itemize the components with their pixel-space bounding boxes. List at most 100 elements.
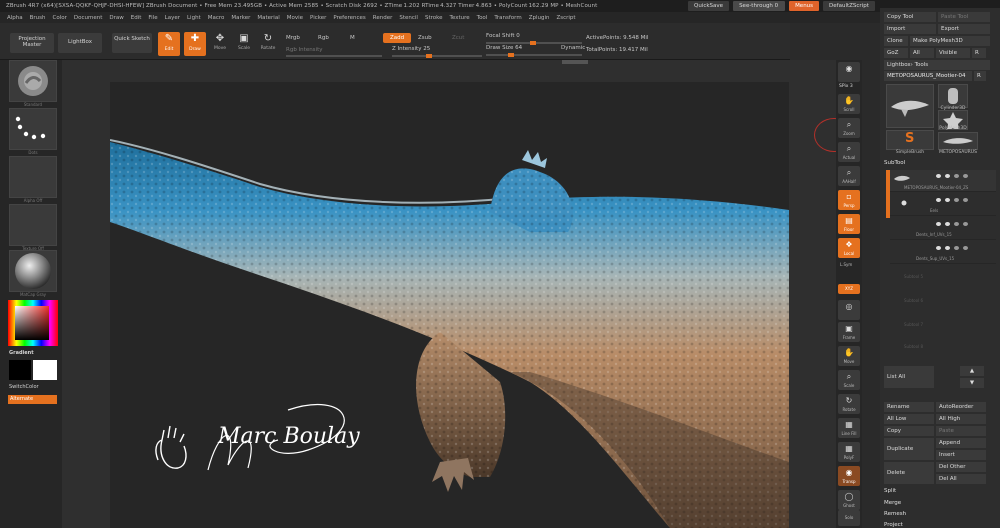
goz-r-button[interactable]: R	[972, 48, 986, 58]
ghost-button[interactable]: ◯ Ghost	[838, 490, 860, 510]
tool-thumb-active[interactable]	[886, 84, 934, 128]
draw-size-track[interactable]	[486, 53, 582, 57]
draw-mode-button[interactable]: ✚ Draw	[184, 32, 206, 56]
menu-movie[interactable]: Movie	[287, 15, 303, 21]
color-square[interactable]	[15, 306, 49, 340]
menus-button[interactable]: Menus	[789, 1, 820, 11]
quicksave-button[interactable]: QuickSave	[688, 1, 730, 11]
remesh-section[interactable]: Remesh	[884, 511, 998, 517]
viewport-scroll-handle[interactable]	[562, 60, 588, 64]
menu-brush[interactable]: Brush	[30, 15, 46, 21]
simplebrush-tool-thumb[interactable]: S	[886, 130, 934, 150]
all-low-button[interactable]: All Low	[884, 414, 934, 424]
subtool-3-toggles[interactable]	[936, 222, 968, 226]
material-thumbnail[interactable]	[9, 250, 57, 292]
menu-texture[interactable]: Texture	[450, 15, 470, 21]
transp-button[interactable]: ◉ Transp	[838, 466, 860, 486]
menu-light[interactable]: Light	[187, 15, 201, 21]
quick-sketch-button[interactable]: Quick Sketch	[112, 33, 152, 53]
zadd-button[interactable]: Zadd	[383, 33, 411, 43]
frame-button[interactable]: ▣ Frame	[838, 322, 860, 342]
xyz-button[interactable]: XYZ	[838, 284, 860, 294]
merge-section[interactable]: Merge	[884, 500, 998, 506]
lightbox-button[interactable]: LightBox	[58, 33, 102, 53]
menu-preferences[interactable]: Preferences	[333, 15, 365, 21]
goz-visible-button[interactable]: Visible	[936, 48, 970, 58]
zsub-button[interactable]: Zsub	[418, 35, 432, 41]
menu-stencil[interactable]: Stencil	[399, 15, 418, 21]
insert-button[interactable]: Insert	[936, 450, 986, 460]
all-high-button[interactable]: All High	[936, 414, 986, 424]
append-button[interactable]: Append	[936, 438, 986, 448]
solo-button[interactable]: Solo	[838, 510, 860, 526]
lightbox-tools-button[interactable]: Lightbox› Tools	[884, 60, 990, 70]
dynamic-toggle[interactable]: Dynamic	[561, 45, 585, 51]
focal-shift-slider[interactable]: Focal Shift 0	[486, 33, 520, 39]
see-through-slider[interactable]: See-through 0	[733, 1, 786, 11]
project-section[interactable]: Project	[884, 522, 998, 528]
m-toggle[interactable]: M	[350, 35, 355, 41]
lsym-button[interactable]: L.Sym	[840, 262, 852, 267]
cylinder-tool-thumb[interactable]	[938, 84, 968, 108]
draw-size-slider[interactable]: Draw Size 64	[486, 45, 522, 51]
second-creature-tool-thumb[interactable]	[938, 132, 978, 150]
scale-view-button[interactable]: ⌕ Scale	[838, 370, 860, 390]
duplicate-button[interactable]: Duplicate	[884, 438, 934, 460]
rename-button[interactable]: Rename	[884, 402, 934, 412]
texture-thumbnail[interactable]	[9, 204, 57, 246]
current-tool-r-button[interactable]: R	[974, 71, 986, 81]
move-up-button[interactable]: ▲	[960, 366, 984, 376]
menu-macro[interactable]: Macro	[208, 15, 225, 21]
floor-button[interactable]: ▤ Floor	[838, 214, 860, 234]
paste-subtool-button[interactable]: Paste	[936, 426, 986, 436]
rgb-toggle[interactable]: Rgb	[318, 35, 329, 41]
viewport[interactable]: Marc Boulay	[62, 60, 836, 528]
subtool-2-toggles[interactable]	[936, 198, 968, 202]
rotate-axis-button[interactable]: ◎	[838, 300, 860, 320]
menu-render[interactable]: Render	[373, 15, 393, 21]
list-all-button[interactable]: List All	[884, 366, 934, 388]
zcut-button[interactable]: Zcut	[452, 35, 464, 41]
export-button[interactable]: Export	[938, 24, 990, 34]
switch-color-button[interactable]: SwitchColor	[9, 384, 39, 390]
subtool-4-toggles[interactable]	[936, 246, 968, 250]
default-zscript-button[interactable]: DefaultZScript	[823, 1, 875, 11]
menu-tool[interactable]: Tool	[477, 15, 488, 21]
del-other-button[interactable]: Del Other	[936, 462, 986, 472]
auto-reorder-button[interactable]: AutoReorder	[936, 402, 986, 412]
menu-file[interactable]: File	[148, 15, 157, 21]
subtool-header[interactable]: SubTool	[884, 160, 998, 166]
current-tool-slider[interactable]: METOPOSAURUS_Mootier-04	[884, 71, 972, 81]
focal-shift-track[interactable]	[486, 41, 582, 45]
menu-layer[interactable]: Layer	[165, 15, 180, 21]
mrgb-toggle[interactable]: Mrgb	[286, 35, 300, 41]
brush-thumbnail[interactable]	[9, 60, 57, 102]
menu-transform[interactable]: Transform	[494, 15, 521, 21]
alpha-thumbnail[interactable]	[9, 156, 57, 198]
scroll-button[interactable]: ✋ Scroll	[838, 94, 860, 114]
secondary-color-swatch[interactable]	[9, 360, 31, 380]
make-polymesh-button[interactable]: Make PolyMesh3D	[910, 36, 990, 46]
subtool-1-toggles[interactable]	[936, 174, 968, 178]
copy-subtool-button[interactable]: Copy	[884, 426, 934, 436]
zoom-button[interactable]: ⌕ Zoom	[838, 118, 860, 138]
z-intensity-track[interactable]	[392, 54, 482, 58]
color-picker[interactable]	[8, 300, 58, 346]
spix-slider[interactable]: SPix 3	[839, 84, 853, 89]
move-down-button[interactable]: ▼	[960, 378, 984, 388]
persp-button[interactable]: ▫ Persp	[838, 190, 860, 210]
menu-zplugin[interactable]: Zplugin	[529, 15, 550, 21]
gradient-label[interactable]: Gradient	[9, 350, 34, 356]
move-mode-button[interactable]: ✥ Move	[209, 32, 231, 56]
del-all-button[interactable]: Del All	[936, 474, 986, 484]
menu-document[interactable]: Document	[74, 15, 103, 21]
rotate-mode-button[interactable]: ↻ Rotate	[257, 32, 279, 56]
import-button[interactable]: Import	[884, 24, 936, 34]
menu-picker[interactable]: Picker	[310, 15, 326, 21]
menu-material[interactable]: Material	[257, 15, 279, 21]
line-fill-button[interactable]: ▦ Line Fill	[838, 418, 860, 438]
menu-stroke[interactable]: Stroke	[425, 15, 443, 21]
goz-all-button[interactable]: All	[910, 48, 934, 58]
rotate-view-button[interactable]: ↻ Rotate	[838, 394, 860, 414]
menu-draw[interactable]: Draw	[109, 15, 123, 21]
